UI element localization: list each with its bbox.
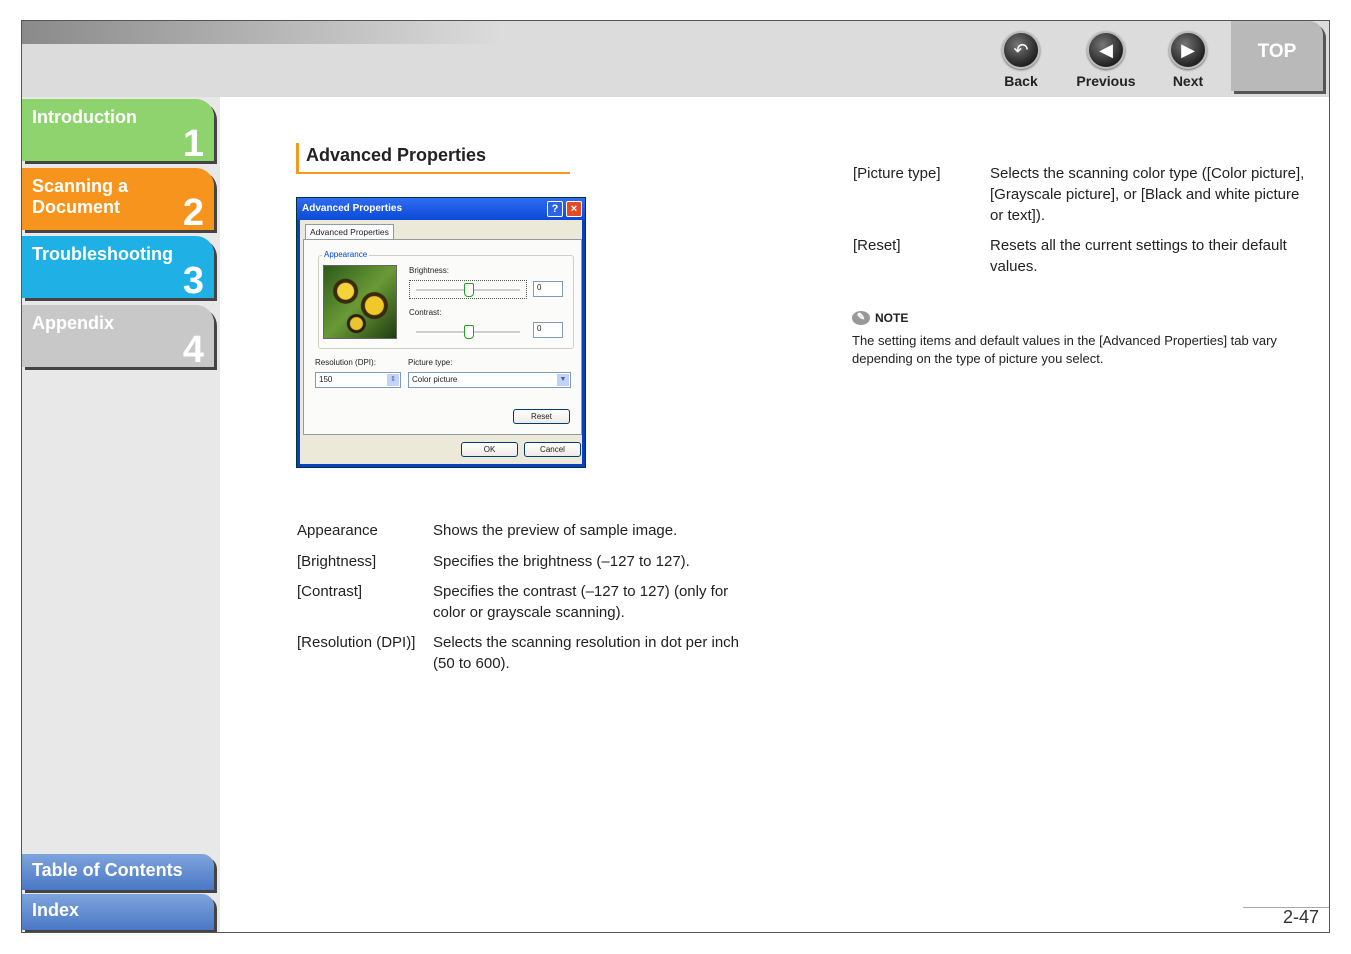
- contrast-slider-thumb[interactable]: [464, 325, 474, 339]
- desc-brightness: Specifies the brightness (–127 to 127).: [433, 553, 690, 570]
- previous-button[interactable]: ◀ Previous: [1071, 31, 1141, 89]
- chapter-tab-appendix[interactable]: Appendix 4: [22, 305, 214, 371]
- next-label: Next: [1172, 73, 1204, 89]
- chevron-down-icon[interactable]: ▼: [557, 374, 569, 386]
- resolution-value: 150: [319, 375, 333, 384]
- tab-advanced-properties[interactable]: Advanced Properties: [305, 224, 394, 239]
- dialog-title: Advanced Properties: [302, 203, 403, 214]
- note-pencil-icon: ✎: [852, 311, 870, 325]
- advanced-properties-dialog: Advanced Properties ? × Advanced Propert…: [296, 197, 586, 468]
- page-frame: ↶ Back ◀ Previous ▶ Next TOP Introductio…: [21, 20, 1330, 933]
- term-brightness: [Brightness]: [297, 553, 377, 570]
- term-contrast: [Contrast]: [297, 583, 363, 600]
- section-title: Advanced Properties: [296, 143, 570, 174]
- contrast-value-field[interactable]: 0: [533, 322, 563, 338]
- picture-type-value: Color picture: [412, 375, 458, 384]
- table-of-contents-button[interactable]: Table of Contents: [22, 854, 214, 890]
- term-appearance: Appearance: [297, 522, 378, 539]
- note-label: NOTE: [875, 311, 909, 325]
- reset-button[interactable]: Reset: [513, 409, 570, 424]
- chapter-label: Scanning a Document: [32, 176, 129, 217]
- dialog-body: Advanced Properties Appearance Brightnes…: [300, 220, 582, 464]
- top-bar-gradient: [22, 21, 502, 44]
- term-reset: [Reset]: [853, 237, 901, 254]
- main-content: Advanced Properties Advanced Properties …: [220, 97, 1329, 932]
- dialog-tab-panel: Appearance Brightness: 0 Contrast: 0 Res…: [303, 239, 582, 435]
- chapter-number: 1: [182, 123, 204, 165]
- appearance-legend: Appearance: [322, 250, 370, 259]
- contrast-label: Contrast:: [409, 308, 442, 317]
- chapter-label: Introduction: [32, 107, 137, 127]
- top-button[interactable]: TOP: [1231, 21, 1323, 91]
- desc-appearance: Shows the preview of sample image.: [433, 522, 678, 539]
- sidebar: Introduction 1 Scanning a Document 2 Tro…: [22, 97, 220, 932]
- note-heading: ✎ NOTE: [852, 311, 908, 325]
- resolution-spinner[interactable]: 150 ⇕: [315, 372, 401, 388]
- dialog-title-bar: Advanced Properties ? ×: [297, 198, 585, 220]
- term-picture-type: [Picture type]: [853, 165, 941, 182]
- term-resolution: [Resolution (DPI)]: [297, 634, 416, 651]
- note-text: The setting items and default values in …: [852, 333, 1277, 366]
- chapter-number: 2: [182, 192, 204, 234]
- appearance-group: Appearance Brightness: 0 Contrast: 0: [318, 250, 574, 349]
- chapter-tab-introduction[interactable]: Introduction 1: [22, 99, 214, 165]
- back-button[interactable]: ↶ Back: [986, 31, 1056, 89]
- chapter-label: Troubleshooting: [32, 244, 173, 264]
- picture-type-select[interactable]: Color picture ▼: [408, 372, 571, 388]
- resolution-label: Resolution (DPI):: [315, 358, 376, 367]
- contrast-slider[interactable]: [409, 322, 527, 341]
- chapter-tab-troubleshooting[interactable]: Troubleshooting 3: [22, 236, 214, 302]
- page-number: 2-47: [1282, 907, 1319, 927]
- next-button[interactable]: ▶ Next: [1153, 31, 1223, 89]
- desc-contrast: Specifies the contrast (–127 to 127) (on…: [433, 583, 729, 621]
- desc-resolution: Selects the scanning resolution in dot p…: [433, 634, 740, 672]
- desc-picture-type: Selects the scanning color type ([Color …: [990, 165, 1305, 224]
- back-label: Back: [1004, 73, 1038, 89]
- brightness-value-field[interactable]: 0: [533, 281, 563, 297]
- preview-image: [323, 265, 397, 339]
- chapter-number: 3: [182, 260, 204, 302]
- previous-icon: ◀: [1087, 31, 1125, 69]
- brightness-slider[interactable]: [409, 280, 527, 299]
- next-icon: ▶: [1169, 31, 1207, 69]
- previous-label: Previous: [1076, 73, 1136, 89]
- top-bar: ↶ Back ◀ Previous ▶ Next TOP: [22, 21, 1329, 97]
- help-icon[interactable]: ?: [547, 201, 563, 217]
- spinner-arrows-icon[interactable]: ⇕: [387, 374, 399, 386]
- chapter-label: Appendix: [32, 313, 115, 333]
- cancel-button[interactable]: Cancel: [524, 442, 581, 457]
- brightness-slider-thumb[interactable]: [464, 283, 474, 297]
- chapter-number: 4: [182, 329, 204, 371]
- brightness-label: Brightness:: [409, 266, 450, 275]
- index-button[interactable]: Index: [22, 894, 214, 930]
- chapter-tab-scanning[interactable]: Scanning a Document 2: [22, 168, 214, 234]
- back-icon: ↶: [1002, 31, 1040, 69]
- desc-reset: Resets all the current settings to their…: [990, 237, 1287, 275]
- picture-type-label: Picture type:: [408, 358, 453, 367]
- ok-button[interactable]: OK: [461, 442, 518, 457]
- close-icon[interactable]: ×: [566, 201, 582, 217]
